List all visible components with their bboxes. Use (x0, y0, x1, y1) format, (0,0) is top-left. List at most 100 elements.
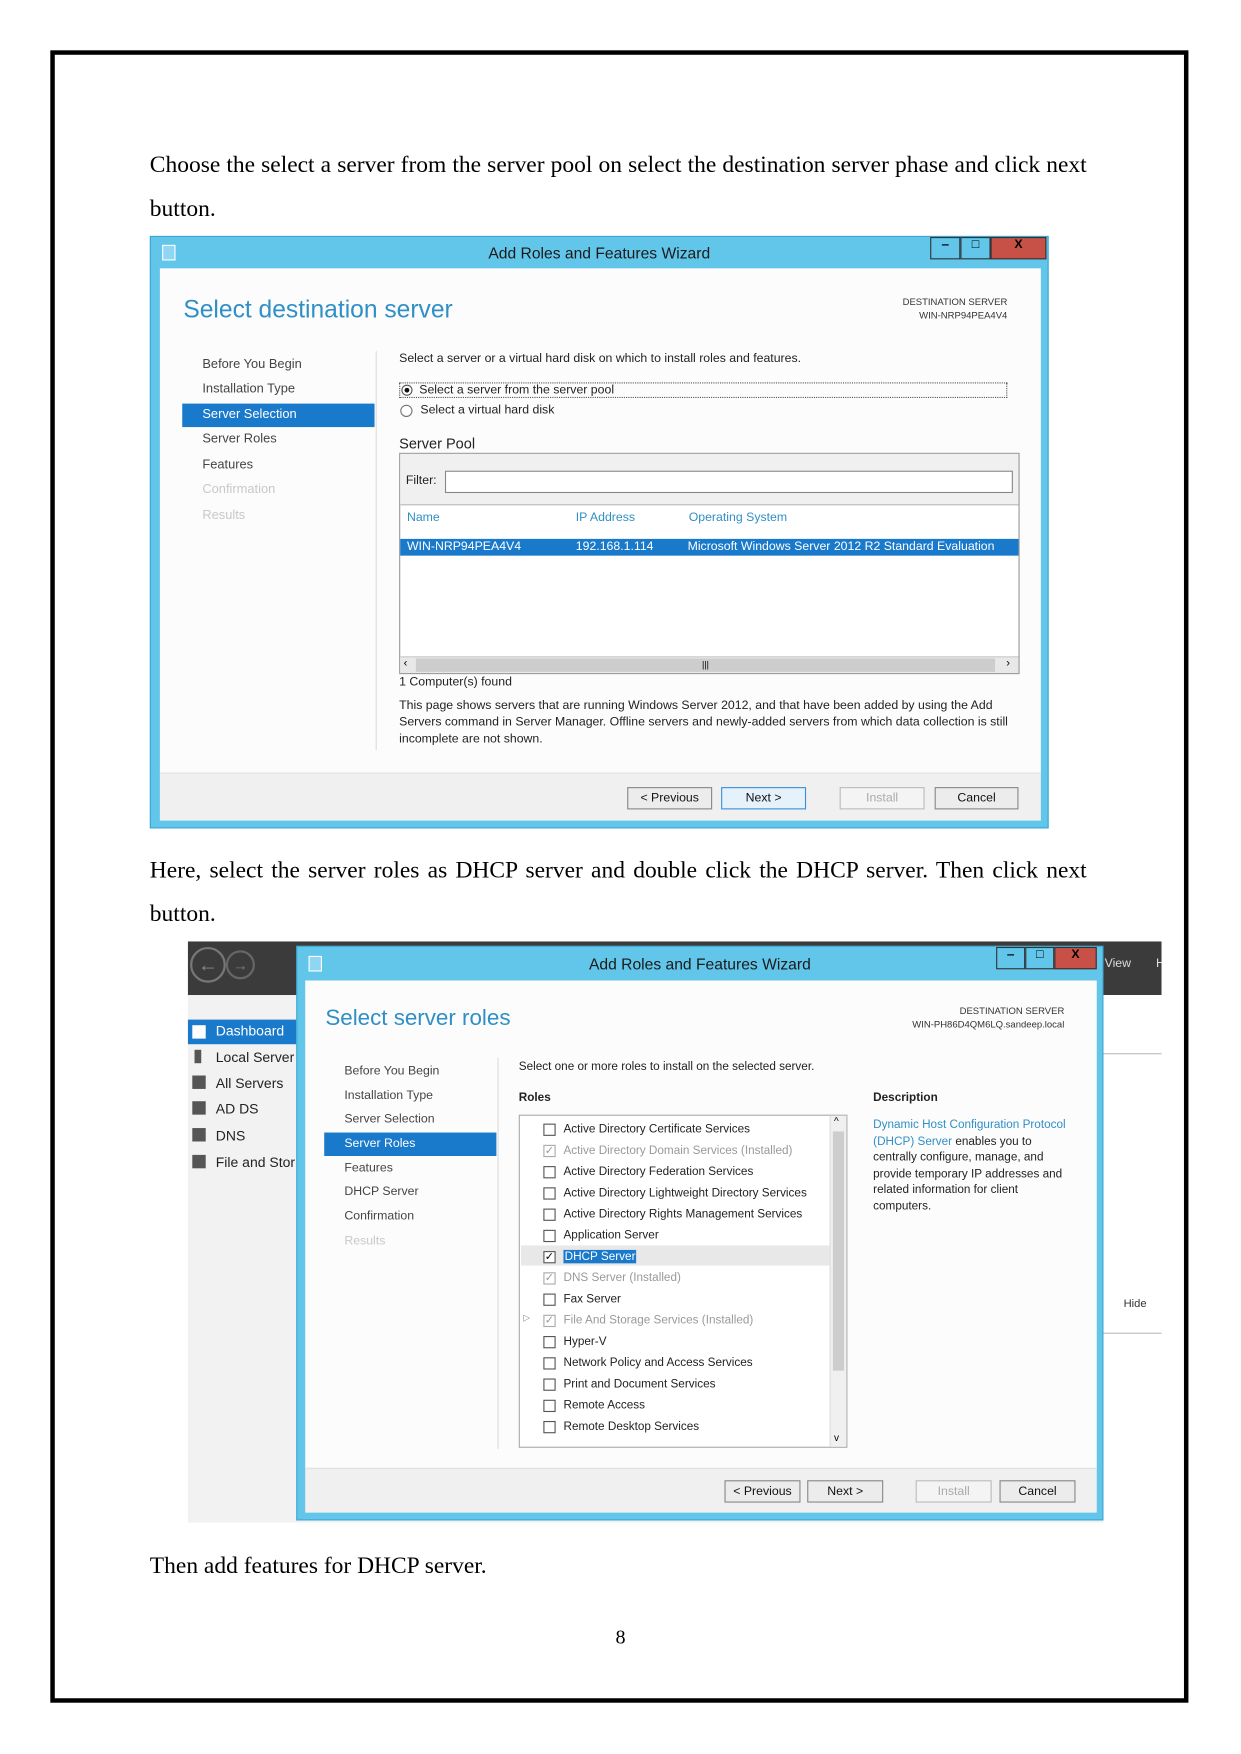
role-checkbox[interactable] (543, 1357, 556, 1370)
previous-button[interactable]: < Previous (724, 1480, 801, 1503)
role-checkbox[interactable]: ✓ (543, 1251, 556, 1264)
role-checkbox[interactable] (543, 1420, 556, 1434)
menu-view[interactable]: View (1105, 957, 1131, 970)
role-label[interactable]: Active Directory Federation Services (563, 1165, 753, 1178)
role-label[interactable]: Print and Document Services (563, 1377, 715, 1390)
role-checkbox: ✓ (543, 1314, 556, 1328)
nav-server-selection[interactable]: Server Selection (182, 403, 375, 428)
role-label[interactable]: Application Server (563, 1229, 658, 1242)
minimize-button[interactable]: ‒ (930, 237, 961, 260)
close-button[interactable]: X (990, 237, 1047, 260)
sidebar-item-ad-ds[interactable]: AD DS (216, 1101, 259, 1117)
cell-os: Microsoft Windows Server 2012 R2 Standar… (687, 539, 995, 554)
role-label[interactable]: File And Storage Services (Installed) (563, 1314, 753, 1327)
expand-arrow-icon[interactable]: ▷ (523, 1313, 530, 1323)
radio-server-pool[interactable]: Select a server from the server pool (399, 382, 1008, 399)
divider (1103, 1053, 1162, 1055)
maximize-button[interactable]: □ (960, 237, 991, 260)
role-checkbox[interactable] (543, 1187, 556, 1200)
destination-server: DESTINATION SERVER WIN-NRP94PEA4V4 (902, 296, 1008, 321)
role-label[interactable]: Fax Server (563, 1292, 620, 1305)
role-checkbox[interactable] (543, 1378, 556, 1391)
sidebar-item-dashboard[interactable]: Dashboard (216, 1023, 284, 1039)
radio-vhd-label: Select a virtual hard disk (420, 403, 555, 418)
role-label[interactable]: Active Directory Lightweight Directory S… (563, 1186, 806, 1199)
scroll-right-icon[interactable]: › (1006, 657, 1010, 669)
sidebar-item-file-storage[interactable]: File and Stor (216, 1155, 295, 1171)
nav-results: Results (202, 508, 246, 523)
role-checkbox: ✓ (543, 1272, 556, 1285)
page-number: 8 (615, 1625, 626, 1648)
paragraph-1: Choose the select a server from the serv… (149, 150, 1087, 222)
role-checkbox[interactable] (543, 1293, 556, 1306)
scroll-left-icon[interactable]: ‹ (404, 657, 408, 669)
scroll-down-icon[interactable]: v (834, 1432, 839, 1443)
nav-before-you-begin[interactable]: Before You Begin (324, 1060, 496, 1083)
install-button: Install (839, 787, 925, 810)
dns-icon (192, 1128, 206, 1142)
nav-server-roles[interactable]: Server Roles (324, 1132, 497, 1157)
radio-pool-label: Select a server from the server pool (419, 383, 615, 397)
minimize-button[interactable]: ‒ (996, 946, 1026, 970)
cancel-button[interactable]: Cancel (999, 1480, 1076, 1503)
next-button[interactable]: Next > (807, 1480, 884, 1503)
nav-dhcp-server[interactable]: DHCP Server (324, 1181, 496, 1204)
nav-installation-type[interactable]: Installation Type (324, 1084, 496, 1107)
radio-selected-icon (401, 384, 413, 396)
maximize-button[interactable]: □ (1025, 946, 1055, 970)
scroll-thumb[interactable] (832, 1131, 845, 1371)
dashboard-icon (192, 1025, 206, 1039)
nav-installation-type[interactable]: Installation Type (182, 378, 374, 401)
role-checkbox[interactable] (543, 1336, 556, 1349)
role-checkbox[interactable] (543, 1123, 556, 1136)
sidebar-item-dns[interactable]: DNS (216, 1128, 246, 1144)
back-icon[interactable]: ← (190, 946, 226, 983)
scroll-thumb[interactable]: ||| (415, 658, 996, 672)
role-checkbox[interactable] (543, 1399, 556, 1413)
role-checkbox[interactable] (543, 1208, 556, 1221)
role-checkbox[interactable] (543, 1166, 556, 1179)
nav-features[interactable]: Features (324, 1157, 496, 1180)
sidebar-item-local-server[interactable]: Local Server (216, 1050, 294, 1066)
role-label[interactable]: Network Policy and Access Services (563, 1356, 752, 1369)
ad-ds-icon (192, 1101, 206, 1115)
column-ip-address[interactable]: IP Address (576, 511, 635, 524)
nav-confirmation[interactable]: Confirmation (324, 1205, 496, 1228)
role-label[interactable]: Remote Desktop Services (563, 1420, 699, 1433)
roles-label: Roles (518, 1091, 551, 1105)
role-label[interactable]: Active Directory Domain Services (Instal… (563, 1144, 792, 1157)
hide-link[interactable]: Hide (1124, 1298, 1147, 1310)
radio-virtual-disk[interactable]: Select a virtual hard disk (399, 404, 623, 420)
nav-features[interactable]: Features (182, 454, 374, 477)
roles-scrollbar[interactable]: ^ v (829, 1115, 847, 1447)
forward-icon[interactable]: → (225, 950, 255, 980)
role-label[interactable]: Remote Access (563, 1399, 645, 1412)
filter-input[interactable] (444, 470, 1013, 494)
file-storage-icon (192, 1154, 206, 1169)
nav-before-you-begin[interactable]: Before You Begin (182, 353, 374, 376)
role-label[interactable]: DNS Server (Installed) (563, 1271, 680, 1284)
app-icon (162, 244, 176, 261)
role-label[interactable]: Active Directory Certificate Services (563, 1122, 750, 1135)
next-button[interactable]: Next > (721, 787, 807, 810)
role-label[interactable]: Hyper-V (563, 1335, 606, 1348)
role-checkbox[interactable] (543, 1229, 556, 1243)
nav-server-selection[interactable]: Server Selection (324, 1108, 496, 1131)
previous-button[interactable]: < Previous (627, 787, 713, 810)
nav-server-roles[interactable]: Server Roles (182, 428, 374, 451)
role-label[interactable]: Active Directory Rights Management Servi… (563, 1207, 802, 1220)
table-row[interactable]: WIN-NRP94PEA4V4 192.168.1.114 Microsoft … (400, 538, 1019, 556)
scroll-up-icon[interactable]: ^ (834, 1116, 839, 1127)
install-button: Install (915, 1480, 992, 1503)
cancel-button[interactable]: Cancel (934, 787, 1019, 810)
server-pool-label: Server Pool (399, 434, 476, 452)
horizontal-scrollbar[interactable]: ‹ ||| › (400, 656, 1019, 674)
destination-server: DESTINATION SERVER WIN-PH86D4QM6LQ.sandee… (912, 1005, 1065, 1030)
column-operating-system[interactable]: Operating System (689, 511, 787, 524)
sidebar-item-all-servers[interactable]: All Servers (216, 1076, 284, 1092)
instruction-text: Select a server or a virtual hard disk o… (399, 352, 802, 366)
column-name[interactable]: Name (407, 511, 440, 524)
close-button[interactable]: X (1054, 946, 1097, 970)
menu-h[interactable]: H (1156, 957, 1162, 970)
role-label[interactable]: DHCP Server (563, 1249, 637, 1264)
